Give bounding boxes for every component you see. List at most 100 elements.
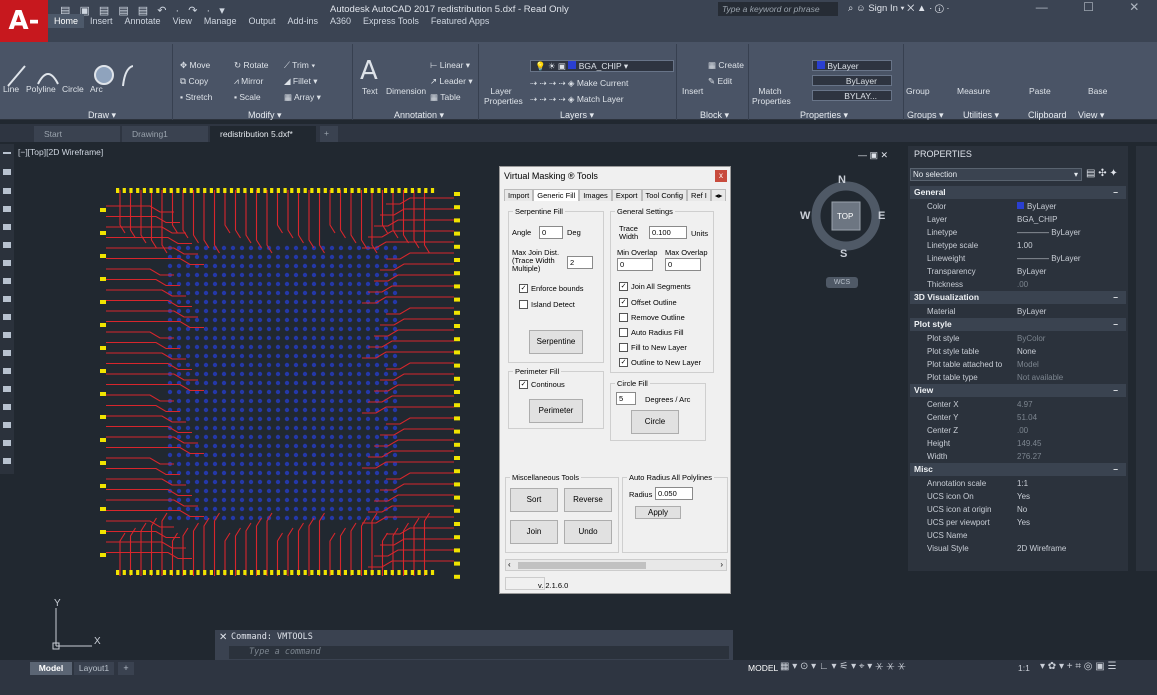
offset-outline-checkbox[interactable]: ✓ Offset Outline <box>619 298 677 307</box>
move-button[interactable]: ✥ Move <box>180 60 210 71</box>
max-overlap-input[interactable]: 0 <box>665 258 701 271</box>
collapse-icon[interactable]: – <box>1113 318 1118 331</box>
doc-tab-start[interactable]: Start <box>34 126 120 142</box>
join-all-segments-checkbox[interactable]: ✓ Join All Segments <box>619 282 691 291</box>
angle-input[interactable]: 0 <box>539 226 563 239</box>
viewcube-south[interactable]: S <box>840 248 847 260</box>
left-tool-palette[interactable] <box>0 144 14 474</box>
sign-in-button[interactable]: ⌕ ☺ Sign In ▾ ✕ ▲ · ⓘ · <box>848 3 950 14</box>
tab-express-tools[interactable]: Express Tools <box>357 14 425 28</box>
fillet-button[interactable]: ◢ Fillet ▾ <box>284 76 317 87</box>
draw-panel-label[interactable]: Draw ▾ <box>88 110 116 121</box>
continuous-checkbox[interactable]: ✓ Continous <box>519 380 565 389</box>
section-header-viz3d[interactable]: 3D Visualization – <box>910 291 1126 304</box>
maximize-icon[interactable]: ☐ <box>1083 0 1094 18</box>
section-header-misc[interactable]: Misc – <box>910 463 1126 476</box>
wcs-menu[interactable]: WCS <box>826 277 858 288</box>
view-panel-label[interactable]: View ▾ <box>1078 110 1104 121</box>
model-space-button[interactable]: MODEL <box>748 663 778 673</box>
trace-width-input[interactable]: 0.100 <box>649 226 687 239</box>
viewcube-north[interactable]: N <box>838 174 846 186</box>
property-row[interactable]: Plot style ByColor <box>908 332 1128 345</box>
property-row[interactable]: Width 276.27 <box>908 450 1128 463</box>
tab-output[interactable]: Output <box>242 14 281 28</box>
property-row[interactable]: Center X 4.97 <box>908 398 1128 411</box>
linear-button[interactable]: ⊢ Linear ▾ <box>430 60 470 71</box>
search-input[interactable]: Type a keyword or phrase <box>718 2 838 16</box>
layout1-tab[interactable]: Layout1 <box>74 662 114 675</box>
property-row[interactable]: Annotation scale 1:1 <box>908 477 1128 490</box>
layer-dropdown[interactable]: 💡 ☀ ▣ BGA_CHIP ▾ <box>530 60 674 72</box>
new-tab-button[interactable]: + <box>320 126 338 142</box>
color-dropdown[interactable]: ByLayer <box>812 60 892 71</box>
utilities-panel-label[interactable]: Utilities ▾ <box>963 110 999 121</box>
tab-insert[interactable]: Insert <box>84 14 119 28</box>
minimize-icon[interactable]: — <box>1036 0 1048 18</box>
tab-annotate[interactable]: Annotate <box>119 14 167 28</box>
circle-button[interactable]: Circle <box>631 410 679 434</box>
horizontal-scrollbar[interactable]: ‹ › <box>505 559 727 571</box>
section-header-view[interactable]: View – <box>910 384 1126 397</box>
make-current-button[interactable]: ⇢ ⇢ ⇢ ⇢ ◈ Make Current <box>530 78 628 89</box>
autocad-logo[interactable]: A- <box>0 0 48 42</box>
annotation-scale[interactable]: 1:1 <box>1018 663 1030 673</box>
window-controls[interactable]: — ☐ ✕ <box>1018 0 1157 18</box>
layers-panel-label[interactable]: Layers ▾ <box>560 110 594 121</box>
clipboard-panel-label[interactable]: Clipboard <box>1028 110 1067 120</box>
tab-addins[interactable]: Add-ins <box>281 14 324 28</box>
modify-panel-label[interactable]: Modify ▾ <box>248 110 282 121</box>
match-layer-button[interactable]: ⇢ ⇢ ⇢ ⇢ ◈ Match Layer <box>530 94 624 105</box>
command-close-icon[interactable]: ✕ <box>219 632 227 643</box>
property-row[interactable]: Transparency ByLayer <box>908 265 1128 278</box>
island-detect-checkbox[interactable]: Island Detect <box>519 300 575 309</box>
auto-radius-fill-checkbox[interactable]: Auto Radius Fill <box>619 328 684 337</box>
arc-button[interactable]: Arc <box>90 84 103 94</box>
perimeter-button[interactable]: Perimeter <box>529 399 583 423</box>
table-button[interactable]: ▦ Table <box>430 92 461 103</box>
model-layout-tab[interactable]: Model <box>30 662 72 675</box>
copy-button[interactable]: ⧉ Copy <box>180 76 208 87</box>
property-row[interactable]: Plot table type Not available <box>908 371 1128 384</box>
property-row[interactable]: Linetype scale 1.00 <box>908 239 1128 252</box>
circle-button[interactable]: Circle <box>62 84 84 94</box>
min-overlap-input[interactable]: 0 <box>617 258 653 271</box>
collapse-icon[interactable]: – <box>1113 384 1118 397</box>
viewport-label[interactable]: [−][Top][2D Wireframe] <box>18 147 103 157</box>
match-properties-button[interactable]: Match Properties <box>752 86 791 106</box>
property-row[interactable]: UCS icon at origin No <box>908 503 1128 516</box>
trim-button[interactable]: ⟋ Trim ▾ <box>284 60 315 71</box>
text-button[interactable]: Text <box>362 86 378 96</box>
fill-new-layer-checkbox[interactable]: Fill to New Layer <box>619 343 687 352</box>
scroll-thumb[interactable] <box>518 562 646 569</box>
line-button[interactable]: Line <box>3 84 19 94</box>
quick-select-icons[interactable]: ▤ ✣ ✦ <box>1086 168 1118 179</box>
groups-panel-label[interactable]: Groups ▾ <box>907 110 944 121</box>
property-row[interactable]: Lineweight ———— ByLayer <box>908 252 1128 265</box>
outline-new-layer-checkbox[interactable]: ✓ Outline to New Layer <box>619 358 701 367</box>
insert-button[interactable]: Insert <box>682 86 703 96</box>
tab-view[interactable]: View <box>167 14 198 28</box>
collapse-icon[interactable]: – <box>1113 291 1118 304</box>
viewcube-east[interactable]: E <box>878 210 885 222</box>
selection-dropdown[interactable]: No selection ▾ <box>910 168 1082 181</box>
tab-home[interactable]: Home <box>48 14 85 28</box>
block-panel-label[interactable]: Block ▾ <box>700 110 729 121</box>
property-row[interactable]: UCS per viewport Yes <box>908 516 1128 529</box>
measure-button[interactable]: Measure <box>957 86 990 96</box>
pcb-drawing[interactable] <box>100 178 460 588</box>
tab-featured-apps[interactable]: Featured Apps <box>425 14 496 28</box>
add-layout-button[interactable]: + <box>118 662 134 675</box>
tab-manage[interactable]: Manage <box>198 14 243 28</box>
close-icon[interactable]: ✕ <box>1129 0 1139 18</box>
property-row[interactable]: Thickness .00 <box>908 278 1128 291</box>
viewport-controls[interactable]: — ▣ ✕ <box>858 150 888 161</box>
section-header-general[interactable]: General – <box>910 186 1126 199</box>
scroll-right-icon[interactable]: › <box>720 560 723 569</box>
join-button[interactable]: Join <box>510 520 558 544</box>
viewcube[interactable] <box>806 170 896 280</box>
annotation-panel-label[interactable]: Annotation ▾ <box>394 110 444 121</box>
linetype-dropdown[interactable]: ByLayer <box>812 75 892 86</box>
max-join-input[interactable]: 2 <box>567 256 593 269</box>
properties-panel-label[interactable]: Properties ▾ <box>800 110 848 121</box>
collapse-icon[interactable]: – <box>1113 463 1118 476</box>
